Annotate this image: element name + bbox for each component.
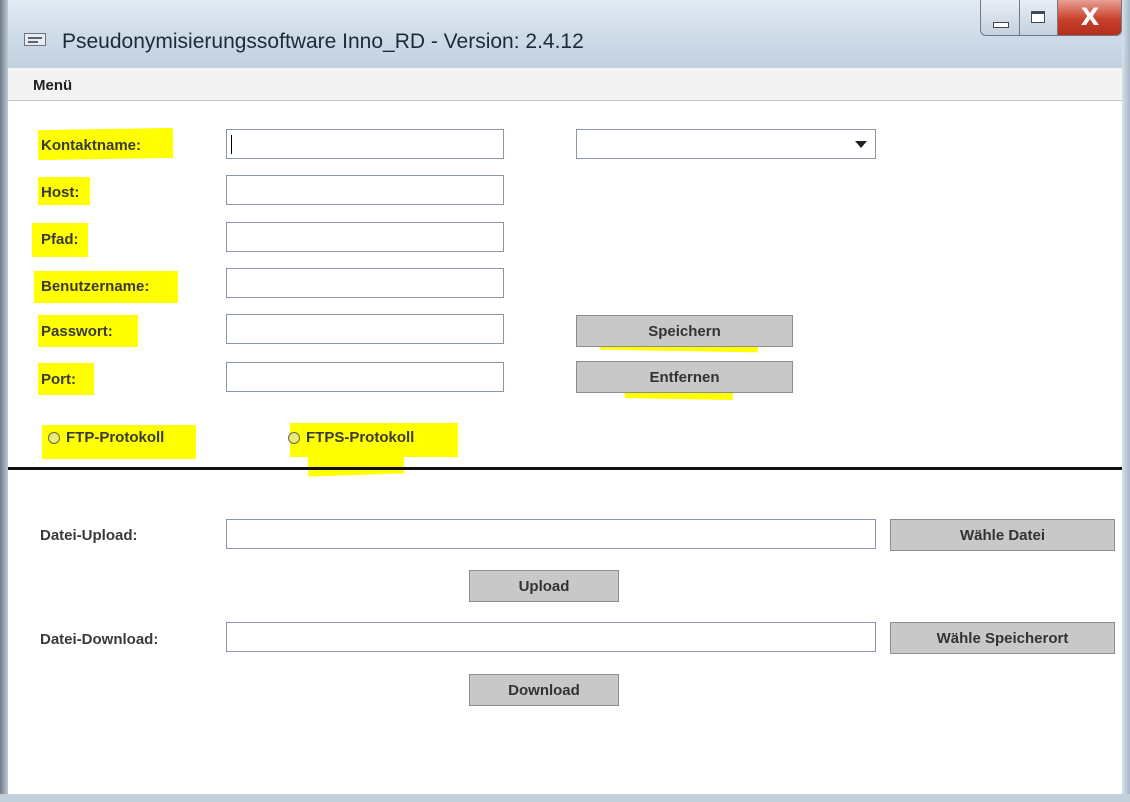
password-label: Passwort: bbox=[41, 323, 113, 340]
app-window: Pseudonymisierungssoftware Inno_RD - Ver… bbox=[0, 0, 1130, 802]
upload-label: Datei-Upload: bbox=[40, 527, 138, 544]
contact-name-label: Kontaktname: bbox=[41, 137, 142, 154]
remove-button[interactable]: Entfernen bbox=[576, 361, 793, 393]
maximize-button[interactable] bbox=[1020, 0, 1058, 36]
host-label: Host: bbox=[41, 184, 80, 201]
close-icon: X bbox=[1080, 3, 1100, 31]
close-button[interactable]: X bbox=[1058, 0, 1122, 36]
radio-icon bbox=[288, 431, 300, 444]
window-frame-left bbox=[0, 0, 8, 802]
ftp-radio-label: FTP-Protokoll bbox=[66, 429, 165, 446]
choose-file-button[interactable]: Wähle Datei bbox=[890, 519, 1115, 551]
remove-button-label: Entfernen bbox=[649, 368, 720, 386]
dropdown-arrow-icon[interactable] bbox=[847, 130, 875, 158]
window-title: Pseudonymisierungssoftware Inno_RD - Ver… bbox=[62, 30, 584, 53]
choose-location-button-label: Wähle Speicherort bbox=[936, 629, 1069, 647]
path-label: Pfad: bbox=[41, 231, 79, 248]
title-bar[interactable]: Pseudonymisierungssoftware Inno_RD - Ver… bbox=[8, 0, 1122, 68]
highlight-mark bbox=[307, 451, 405, 477]
section-divider bbox=[8, 467, 1122, 470]
download-button-label: Download bbox=[508, 681, 580, 699]
save-button-label: Speichern bbox=[648, 322, 721, 340]
ftps-radio-label: FTPS-Protokoll bbox=[306, 429, 415, 446]
contact-name-field[interactable] bbox=[226, 129, 504, 159]
choose-file-button-label: Wähle Datei bbox=[959, 526, 1046, 544]
window-controls: X bbox=[980, 0, 1122, 44]
minimize-button[interactable] bbox=[980, 0, 1020, 36]
choose-location-button[interactable]: Wähle Speicherort bbox=[890, 622, 1115, 654]
main-panel: Kontaktname: Host: Pfad: Benutzername: P… bbox=[8, 101, 1122, 794]
path-field[interactable] bbox=[226, 222, 504, 252]
username-label: Benutzername: bbox=[41, 278, 150, 295]
window-frame-bottom bbox=[0, 794, 1130, 802]
save-button[interactable]: Speichern bbox=[576, 315, 793, 347]
port-label: Port: bbox=[41, 371, 76, 388]
download-label: Datei-Download: bbox=[40, 631, 159, 648]
upload-button-label: Upload bbox=[518, 577, 570, 595]
window-frame-right bbox=[1122, 0, 1130, 802]
username-field[interactable] bbox=[226, 268, 504, 298]
radio-icon bbox=[48, 431, 60, 444]
ftp-radio[interactable]: FTP-Protokoll bbox=[48, 429, 164, 446]
menu-item-menu[interactable]: Menü bbox=[33, 77, 72, 94]
port-field[interactable] bbox=[226, 362, 504, 392]
download-button[interactable]: Download bbox=[469, 674, 619, 706]
menu-bar: Menü bbox=[8, 68, 1122, 101]
ftps-radio[interactable]: FTPS-Protokoll bbox=[288, 429, 414, 446]
upload-button[interactable]: Upload bbox=[469, 570, 619, 602]
host-field[interactable] bbox=[226, 175, 504, 205]
minimize-icon bbox=[993, 22, 1009, 28]
maximize-icon bbox=[1031, 11, 1045, 23]
upload-path-field[interactable] bbox=[226, 519, 876, 549]
download-path-field[interactable] bbox=[226, 622, 876, 652]
text-caret bbox=[231, 135, 232, 154]
contact-select[interactable] bbox=[576, 129, 876, 159]
app-icon[interactable] bbox=[24, 33, 46, 46]
password-field[interactable] bbox=[226, 314, 504, 344]
